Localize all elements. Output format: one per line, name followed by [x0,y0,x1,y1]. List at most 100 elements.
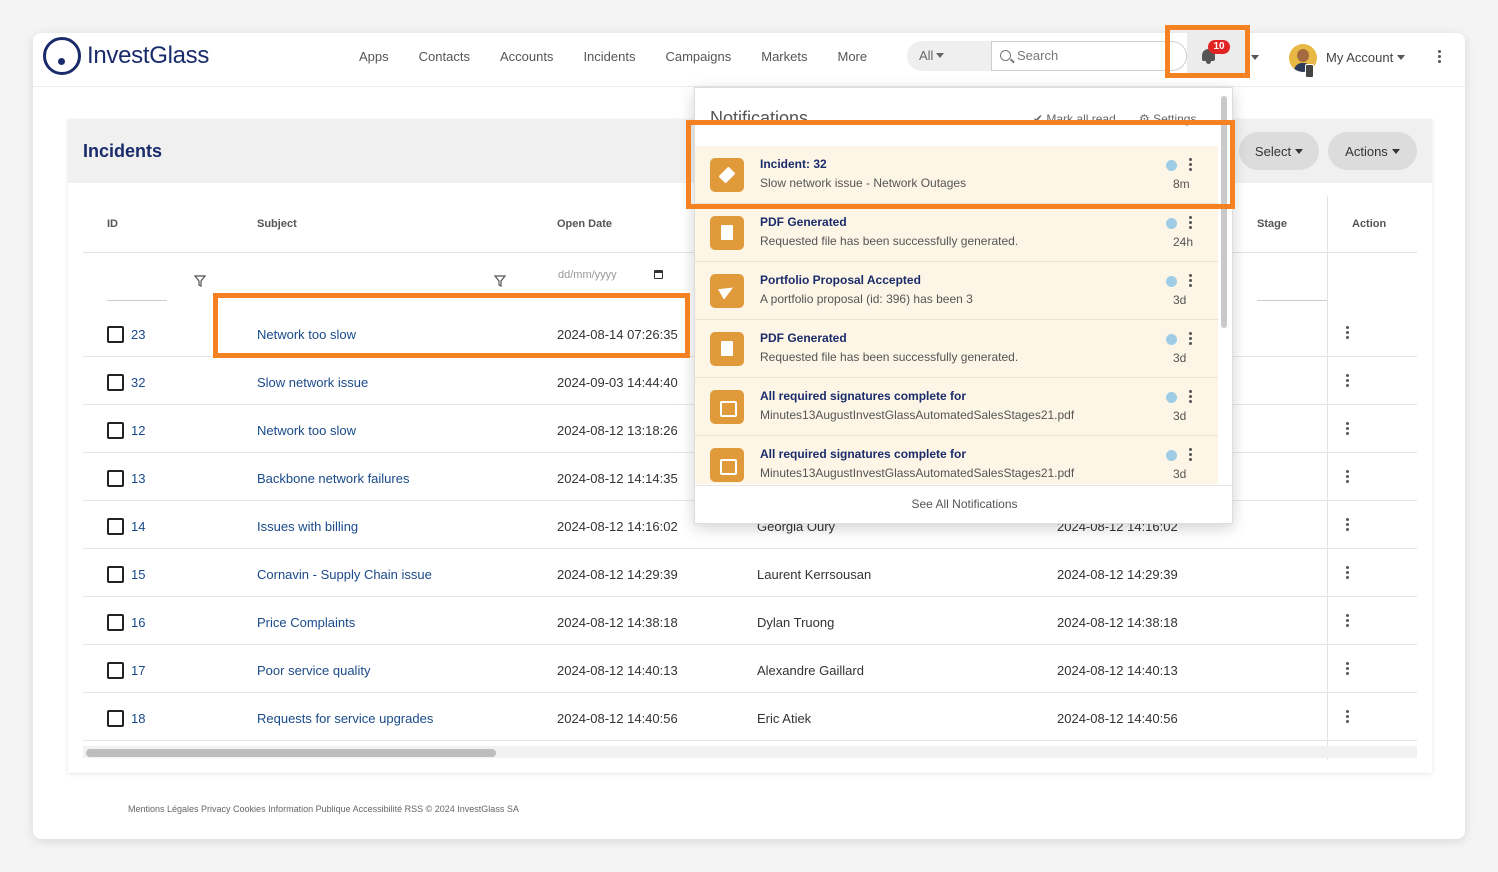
nav-incidents[interactable]: Incidents [583,49,635,64]
notification-options-icon[interactable] [1189,332,1193,347]
row-actions-icon[interactable] [1346,710,1350,725]
search-scope-dropdown[interactable]: All [907,41,991,71]
row-checkbox[interactable] [107,518,124,535]
table-row[interactable]: 18 Requests for service upgrades 2024-08-1… [83,693,1417,741]
notification-item[interactable]: PDF Generated Requested file has been suc… [695,320,1218,378]
incident-subject-link[interactable]: Network too slow [257,423,356,438]
notification-title: PDF Generated [760,215,847,229]
incident-id-link[interactable]: 13 [131,471,145,486]
nav-more[interactable]: More [837,49,867,64]
nav-campaigns[interactable]: Campaigns [665,49,731,64]
open-date-cell: 2024-08-12 14:14:35 [557,471,678,486]
row-actions-icon[interactable] [1346,614,1350,629]
incident-id-link[interactable]: 23 [131,327,145,342]
incident-id-link[interactable]: 14 [131,519,145,534]
incident-subject-link[interactable]: Poor service quality [257,663,370,678]
incident-id-link[interactable]: 18 [131,711,145,726]
owner-cell: Eric Atiek [757,711,812,726]
unread-dot-icon[interactable] [1166,218,1177,229]
nav-contacts[interactable]: Contacts [419,49,470,64]
logo[interactable]: InvestGlass [43,37,209,75]
calendar-icon[interactable] [654,270,663,279]
notification-item[interactable]: PDF Generated Requested file has been suc… [695,204,1218,262]
footer-links[interactable]: Mentions Légales Privacy Cookies Informa… [128,804,519,814]
incident-id-link[interactable]: 15 [131,567,145,582]
search-input[interactable] [1017,48,1167,63]
column-header-subject[interactable]: Subject [257,218,297,230]
unread-dot-icon[interactable] [1166,276,1177,287]
column-header-open-date[interactable]: Open Date [557,218,612,230]
incident-id-link[interactable]: 17 [131,663,145,678]
chevron-down-icon [1397,55,1406,60]
row-checkbox[interactable] [107,662,124,679]
incident-subject-link[interactable]: Price Complaints [257,615,355,630]
table-row[interactable]: 15 Cornavin - Supply Chain issue 2024-08-1… [83,549,1417,597]
row-actions-icon[interactable] [1346,470,1350,485]
chevron-down-icon [936,53,945,58]
horizontal-scrollbar-thumb[interactable] [86,749,496,757]
search-scope-label: All [919,48,934,63]
owner-cell: Dylan Truong [757,615,835,630]
incident-subject-link[interactable]: Backbone network failures [257,471,409,486]
notification-options-icon[interactable] [1189,274,1193,289]
chevron-down-icon[interactable] [1251,55,1259,60]
column-header-id[interactable]: ID [107,218,118,230]
incident-subject-link[interactable]: Requests for service upgrades [257,711,433,726]
open-date-filter[interactable]: dd/mm/yyyy [558,269,617,281]
notification-description: Requested file has been successfully gen… [760,234,1019,248]
row-actions-icon[interactable] [1346,518,1350,533]
row-checkbox[interactable] [107,422,124,439]
row-actions-icon[interactable] [1346,566,1350,581]
my-account-menu[interactable]: My Account [1326,50,1406,65]
row-actions-icon[interactable] [1346,662,1350,677]
row-actions-icon[interactable] [1346,374,1350,389]
incident-id-link[interactable]: 16 [131,615,145,630]
row-actions-icon[interactable] [1346,422,1350,437]
row-checkbox[interactable] [107,614,124,631]
unread-dot-icon[interactable] [1166,392,1177,403]
select-button[interactable]: Select [1239,132,1319,170]
notification-item[interactable]: All required signatures complete for Minu… [695,436,1218,484]
table-row[interactable]: 17 Poor service quality 2024-08-12 14:40:1… [83,645,1417,693]
incident-id-link[interactable]: 32 [131,375,145,390]
notification-item[interactable]: Portfolio Proposal Accepted A portfolio p… [695,262,1218,320]
notification-options-icon[interactable] [1189,216,1193,231]
notification-item[interactable]: All required signatures complete for Minu… [695,378,1218,436]
more-options-icon[interactable] [1438,50,1442,65]
row-checkbox[interactable] [107,374,124,391]
incident-id-link[interactable]: 12 [131,423,145,438]
unread-dot-icon[interactable] [1166,334,1177,345]
row-checkbox[interactable] [107,566,124,583]
unread-dot-icon[interactable] [1166,450,1177,461]
updated-date-cell: 2024-08-12 14:29:39 [1057,567,1178,582]
row-checkbox[interactable] [107,710,124,727]
nav-markets[interactable]: Markets [761,49,807,64]
highlight-box [213,293,690,358]
actions-button[interactable]: Actions [1328,132,1417,170]
filter-icon[interactable] [194,275,206,287]
notification-time: 3d [1173,293,1187,307]
filter-icon[interactable] [494,275,506,287]
notification-options-icon[interactable] [1189,390,1193,405]
logo-text: InvestGlass [87,42,210,69]
nav-apps[interactable]: Apps [359,49,389,64]
row-actions-icon[interactable] [1346,326,1350,341]
table-row[interactable]: 16 Price Complaints 2024-08-12 14:38:18 Dyl… [83,597,1417,645]
logo-icon [43,37,81,75]
chevron-down-icon [1391,149,1400,154]
id-filter-input[interactable] [107,300,167,301]
stage-filter-input[interactable] [1257,300,1327,301]
notification-description: Minutes13AugustInvestGlassAutomatedSales… [760,408,1075,422]
row-checkbox[interactable] [107,326,124,343]
main-nav: Apps Contacts Accounts Incidents Campaig… [359,49,897,64]
see-all-notifications-link[interactable]: See All Notifications [695,485,1232,523]
incident-subject-link[interactable]: Cornavin - Supply Chain issue [257,567,432,582]
open-date-cell: 2024-08-12 14:29:39 [557,567,678,582]
nav-accounts[interactable]: Accounts [500,49,553,64]
row-checkbox[interactable] [107,470,124,487]
notification-options-icon[interactable] [1189,448,1193,463]
incident-subject-link[interactable]: Issues with billing [257,519,358,534]
top-navbar: InvestGlass Apps Contacts Accounts Incid… [33,33,1465,87]
incident-subject-link[interactable]: Slow network issue [257,375,368,390]
column-header-stage[interactable]: Stage [1257,218,1287,230]
